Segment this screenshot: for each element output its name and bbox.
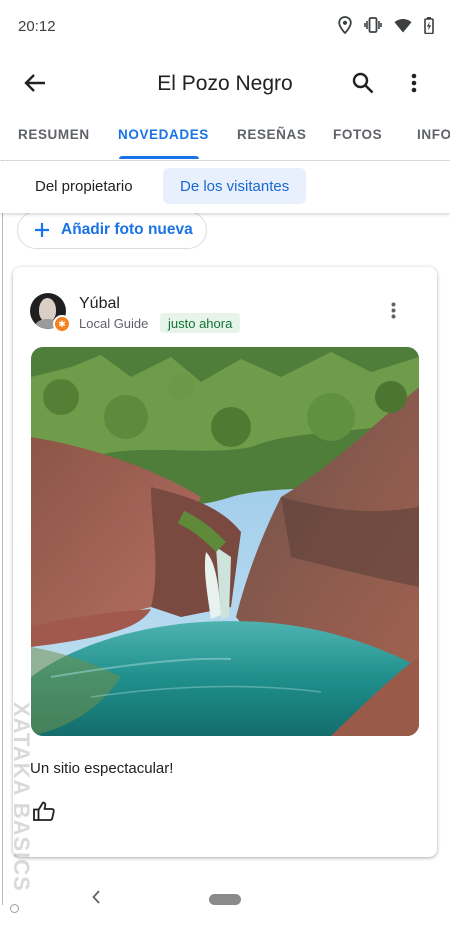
- filter-chips: Del propietario De los visitantes: [0, 161, 450, 213]
- post-more-button[interactable]: [384, 301, 402, 325]
- tab-resenas[interactable]: RESEÑAS: [237, 127, 306, 142]
- post-card: ✱ Yúbal Local Guide justo ahora Un sitio…: [13, 267, 437, 857]
- status-bar: 20:12: [0, 0, 450, 56]
- plus-icon: [32, 220, 52, 240]
- edge-line: [2, 160, 3, 905]
- home-pill[interactable]: [209, 894, 241, 905]
- add-photo-label: Añadir foto nueva: [61, 221, 193, 238]
- status-icons: [338, 16, 434, 34]
- search-icon: [352, 72, 374, 99]
- more-options-button[interactable]: [402, 70, 426, 100]
- author-name[interactable]: Yúbal: [79, 295, 120, 313]
- nav-back-button[interactable]: [88, 889, 104, 909]
- like-button[interactable]: [32, 801, 56, 825]
- status-time: 20:12: [18, 18, 56, 35]
- post-caption: Un sitio espectacular!: [30, 760, 174, 777]
- tab-resumen[interactable]: RESUMEN: [18, 127, 90, 142]
- more-vert-icon: [391, 302, 396, 324]
- time-badge: justo ahora: [160, 313, 241, 333]
- active-tab-indicator: [119, 156, 199, 159]
- filter-visitors-chip[interactable]: De los visitantes: [163, 168, 307, 204]
- post-photo[interactable]: [31, 347, 419, 736]
- page-title: El Pozo Negro: [157, 72, 293, 95]
- app-bar: El Pozo Negro: [0, 56, 450, 114]
- local-guide-badge-icon: ✱: [53, 315, 71, 333]
- more-vert-icon: [411, 73, 417, 98]
- wifi-icon: [394, 18, 412, 33]
- watermark: XATAKA BASICS: [9, 702, 34, 892]
- tab-info[interactable]: INFO: [417, 127, 450, 142]
- location-icon: [338, 16, 352, 34]
- tab-fotos[interactable]: FOTOS: [333, 127, 382, 142]
- system-nav-bar: [0, 870, 450, 925]
- search-button[interactable]: [348, 70, 378, 100]
- add-photo-button[interactable]: Añadir foto nueva: [17, 211, 207, 249]
- nav-back-icon: [92, 889, 100, 909]
- battery-charging-icon: [424, 16, 434, 34]
- thumbs-up-icon: [33, 801, 55, 826]
- filter-owner-chip[interactable]: Del propietario: [22, 169, 146, 203]
- tab-novedades[interactable]: NOVEDADES: [118, 127, 209, 142]
- author-level: Local Guide: [79, 316, 149, 331]
- vibrate-icon: [364, 17, 382, 33]
- tab-bar: RESUMEN NOVEDADES RESEÑAS FOTOS INFO: [0, 114, 450, 161]
